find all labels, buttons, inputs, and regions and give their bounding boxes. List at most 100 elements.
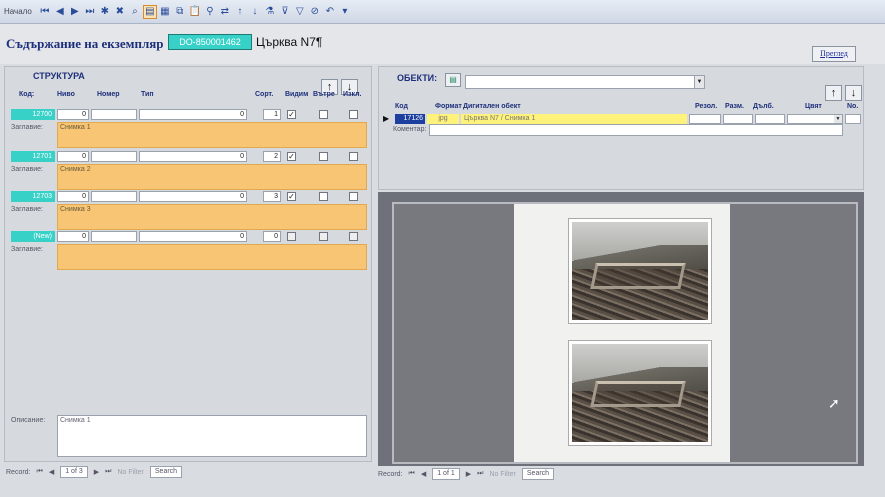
paste-icon[interactable]: 📋 xyxy=(189,6,201,18)
last-record-icon[interactable]: ⏭ xyxy=(105,468,111,476)
record-position[interactable]: 1 of 1 xyxy=(432,468,460,480)
sort-asc-icon[interactable]: ↑ xyxy=(234,6,246,18)
object-no[interactable] xyxy=(845,114,861,124)
row-sort[interactable]: 0 xyxy=(263,231,281,242)
object-code[interactable]: 17126 xyxy=(395,114,425,124)
row-type[interactable]: 0 xyxy=(139,151,247,162)
object-format[interactable]: jpg xyxy=(427,114,459,124)
row-internal-checkbox[interactable] xyxy=(319,110,328,119)
row-internal-checkbox[interactable] xyxy=(319,192,328,201)
row-type[interactable]: 0 xyxy=(139,109,247,120)
row-visible-checkbox[interactable]: ✓ xyxy=(287,152,296,161)
row-visible-checkbox[interactable]: ✓ xyxy=(287,110,296,119)
object-resolution[interactable] xyxy=(689,114,721,124)
row-code[interactable]: 12701 xyxy=(11,151,55,162)
new-record-icon[interactable]: ✱ xyxy=(99,6,111,18)
find-icon[interactable]: ⌕ xyxy=(129,6,141,18)
description-field[interactable]: Снимка 1 xyxy=(57,415,367,457)
object-color[interactable]: ▼ xyxy=(787,114,843,124)
current-row-marker-icon: ▶ xyxy=(383,114,390,123)
row-title[interactable]: Снимка 2 xyxy=(57,164,367,190)
row-exclude-checkbox[interactable] xyxy=(349,152,358,161)
row-level[interactable]: 0 xyxy=(57,191,89,202)
first-record-icon[interactable]: ⏮ xyxy=(39,6,51,18)
comment-field[interactable] xyxy=(429,124,843,136)
undo-icon[interactable]: ↶ xyxy=(324,6,336,18)
filter-icon[interactable]: ⚗ xyxy=(264,6,276,18)
row-code[interactable]: 12700 xyxy=(11,109,55,120)
row-level[interactable]: 0 xyxy=(57,109,89,120)
sort-desc-icon[interactable]: ↓ xyxy=(249,6,261,18)
row-number[interactable] xyxy=(91,109,137,120)
row-type[interactable]: 0 xyxy=(139,231,247,242)
row-level[interactable]: 0 xyxy=(57,231,89,242)
row-level[interactable]: 0 xyxy=(57,151,89,162)
record-position[interactable]: 1 of 3 xyxy=(60,466,88,478)
form-view-icon[interactable]: ▤ xyxy=(142,4,157,19)
preview-button[interactable]: Преглед xyxy=(812,46,856,62)
apply-filter-icon[interactable]: ▽ xyxy=(294,6,306,18)
remove-filter-icon[interactable]: ⊘ xyxy=(309,6,321,18)
row-title[interactable] xyxy=(57,244,367,270)
delete-record-icon[interactable]: ✖ xyxy=(114,6,126,18)
no-filter-indicator[interactable]: No Filter xyxy=(489,471,515,478)
chevron-down-icon[interactable]: ▼ xyxy=(694,76,704,88)
photo-thumbnail xyxy=(568,340,712,446)
row-title[interactable]: Снимка 1 xyxy=(57,122,367,148)
search-box[interactable]: Search xyxy=(149,466,183,478)
objects-form-button[interactable]: ▤ xyxy=(445,73,461,87)
binoculars-icon[interactable]: ⚲ xyxy=(204,6,216,18)
object-name[interactable]: Църква N7 / Снимка 1 xyxy=(461,114,687,124)
row-number[interactable] xyxy=(91,231,137,242)
replace-icon[interactable]: ⇄ xyxy=(219,6,231,18)
prev-record-icon[interactable]: ◀ xyxy=(54,6,66,18)
row-visible-checkbox[interactable] xyxy=(287,232,296,241)
row-internal-checkbox[interactable] xyxy=(319,152,328,161)
datasheet-view-icon[interactable]: ▦ xyxy=(159,6,171,18)
row-exclude-checkbox[interactable] xyxy=(349,110,358,119)
object-name-label: Църква N7¶ xyxy=(256,35,323,49)
row-visible-checkbox[interactable]: ✓ xyxy=(287,192,296,201)
chevron-down-icon[interactable]: ▼ xyxy=(834,115,842,123)
row-sort[interactable]: 2 xyxy=(263,151,281,162)
col-resolution: Резол. xyxy=(695,103,718,110)
row-code[interactable]: 12703 xyxy=(11,191,55,202)
next-record-icon[interactable]: ▶ xyxy=(69,6,81,18)
object-depth[interactable] xyxy=(755,114,785,124)
more-icon[interactable]: ▾ xyxy=(339,6,351,18)
prev-record-icon[interactable]: ◀ xyxy=(421,470,426,478)
row-sort[interactable]: 1 xyxy=(263,109,281,120)
row-type[interactable]: 0 xyxy=(139,191,247,202)
record-label: Record: xyxy=(378,470,403,478)
first-record-icon[interactable]: ⏮ xyxy=(409,470,415,478)
inventory-number-field[interactable]: DO-850001462 xyxy=(168,34,252,50)
col-sort: Сорт. xyxy=(255,91,274,98)
row-sort[interactable]: 3 xyxy=(263,191,281,202)
prev-record-icon[interactable]: ◀ xyxy=(49,468,54,476)
col-internal: Вътре xyxy=(313,91,335,98)
image-viewer[interactable] xyxy=(378,192,864,466)
objects-combo[interactable]: ▼ xyxy=(465,75,705,89)
row-exclude-checkbox[interactable] xyxy=(349,192,358,201)
row-code[interactable]: (New) xyxy=(11,231,55,242)
next-record-icon[interactable]: ▶ xyxy=(94,468,99,476)
objects-move-up-button[interactable]: ↑ xyxy=(825,85,842,101)
col-code: Код: xyxy=(19,91,35,98)
search-box[interactable]: Search xyxy=(521,468,555,480)
objects-move-down-button[interactable]: ↓ xyxy=(845,85,862,101)
first-record-icon[interactable]: ⏮ xyxy=(37,468,43,476)
next-record-icon[interactable]: ▶ xyxy=(466,470,471,478)
col-digital-object: Дигитален обект xyxy=(463,103,521,110)
no-filter-indicator[interactable]: No Filter xyxy=(117,469,143,476)
copy-icon[interactable]: ⧉ xyxy=(174,6,186,18)
row-number[interactable] xyxy=(91,191,137,202)
row-internal-checkbox[interactable] xyxy=(319,232,328,241)
object-size[interactable] xyxy=(723,114,753,124)
col-type: Тип xyxy=(141,91,154,98)
row-title[interactable]: Снимка 3 xyxy=(57,204,367,230)
row-exclude-checkbox[interactable] xyxy=(349,232,358,241)
last-record-icon[interactable]: ⏭ xyxy=(84,6,96,18)
last-record-icon[interactable]: ⏭ xyxy=(477,470,483,478)
row-number[interactable] xyxy=(91,151,137,162)
filter-form-icon[interactable]: ⊽ xyxy=(279,6,291,18)
